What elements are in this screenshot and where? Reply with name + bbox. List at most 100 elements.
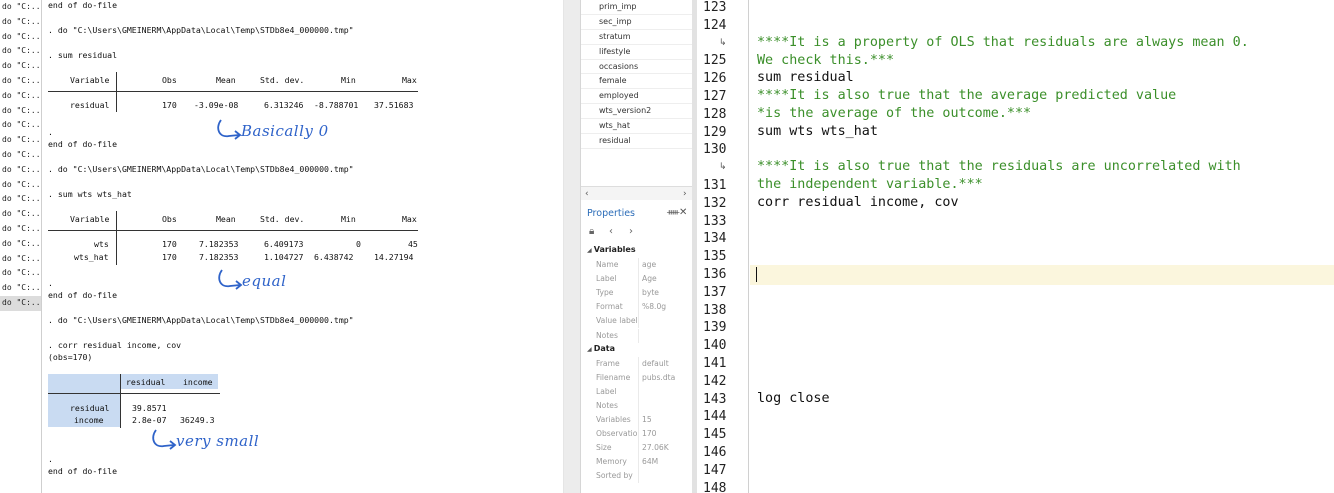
properties-section-header[interactable]: ◢ Variables	[587, 245, 636, 254]
variable-item[interactable]: stratum	[581, 30, 693, 45]
table-cell: -3.09e-08	[194, 100, 239, 110]
history-item[interactable]: do "C:...	[0, 207, 41, 222]
close-icon[interactable]: ✕	[679, 207, 687, 218]
history-item[interactable]: do "C:...	[0, 104, 41, 119]
variable-item[interactable]: lifestyle	[581, 45, 693, 60]
property-row[interactable]: Sorted by	[581, 469, 693, 484]
variable-item[interactable]: residual	[581, 134, 693, 149]
current-line-highlight	[750, 265, 1334, 285]
code-line[interactable]: log close	[757, 391, 830, 406]
corr-command: . corr residual income, cov	[48, 340, 182, 350]
col-header-sd: Std. dev.	[260, 214, 305, 224]
property-row[interactable]: Format %8.0g	[581, 300, 693, 315]
history-item[interactable]: do "C:...	[0, 15, 41, 30]
handwritten-annotation-equal: equal	[218, 269, 286, 290]
history-item[interactable]: do "C:...	[0, 74, 41, 89]
history-item[interactable]: do "C:...	[0, 89, 41, 104]
code-line[interactable]: ****It is a property of OLS that residua…	[757, 35, 1249, 50]
results-pane: end of do-file . do "C:\Users\GMEINERM\A…	[44, 0, 564, 493]
col-header-obs: Obs	[162, 75, 177, 85]
column-divider	[638, 441, 639, 456]
code-line[interactable]: ****It is also true that the residuals a…	[757, 159, 1241, 174]
code-line[interactable]: ****It is also true that the average pre…	[757, 88, 1176, 103]
column-divider	[638, 455, 639, 470]
line-number: 133	[703, 213, 727, 229]
history-item[interactable]: do "C:...	[0, 133, 41, 148]
variables-list[interactable]: prim_imp sec_imp stratum lifestyle occasions…	[581, 0, 693, 186]
variable-item[interactable]: employed	[581, 89, 693, 105]
history-item[interactable]: do "C:...	[0, 237, 41, 252]
property-row[interactable]: Filename pubs.dta	[581, 370, 693, 385]
scroll-left-icon[interactable]: ‹	[585, 187, 589, 201]
property-row[interactable]: Notes	[581, 398, 693, 413]
text-caret	[756, 267, 757, 282]
horizontal-scrollbar[interactable]: ‹ ›	[581, 186, 693, 200]
property-key: Format	[596, 302, 623, 312]
variable-item[interactable]: sec_imp	[581, 15, 693, 30]
history-item[interactable]: do "C:...	[0, 163, 41, 178]
code-line[interactable]: sum residual	[757, 70, 854, 85]
line-number: 134	[703, 231, 727, 247]
code-line[interactable]: sum wts wts_hat	[757, 124, 878, 139]
code-line[interactable]: corr residual income, cov	[757, 195, 959, 210]
property-row[interactable]: Frame default	[581, 356, 693, 371]
history-item[interactable]: do "C:...	[0, 281, 41, 296]
word-wrap-icon: ↳	[719, 162, 727, 173]
history-item[interactable]: do "C:...	[0, 192, 41, 207]
variable-item[interactable]: female	[581, 74, 693, 90]
property-row[interactable]: Label Age	[581, 272, 693, 287]
property-row[interactable]: Variables 15	[581, 413, 693, 427]
history-item[interactable]: do "C:...	[0, 118, 41, 133]
history-item[interactable]: do "C:...	[0, 252, 41, 267]
variable-item[interactable]: occasions	[581, 60, 693, 75]
column-divider	[638, 398, 639, 413]
history-item[interactable]: do "C:...	[0, 0, 41, 15]
scroll-right-icon[interactable]: ›	[683, 187, 687, 201]
handwritten-annotation-very-small: very small	[152, 429, 259, 450]
corr-col-header: residual	[126, 377, 166, 387]
history-item[interactable]: do "C:...	[0, 295, 41, 311]
code-line[interactable]: We check this.***	[757, 53, 894, 68]
history-panel[interactable]: do "C:... do "C:... do "C:... do "C:... do "…	[0, 0, 42, 493]
pane-splitter[interactable]	[564, 0, 580, 493]
table-cell: 6.313246	[264, 100, 304, 110]
history-item[interactable]: do "C:...	[0, 148, 41, 163]
variable-item[interactable]: wts_hat	[581, 119, 693, 135]
variable-item[interactable]: prim_imp	[581, 0, 693, 15]
table-rule	[48, 230, 418, 231]
variable-item[interactable]: wts_version2	[581, 104, 693, 120]
forward-icon[interactable]: ›	[629, 226, 633, 237]
history-item[interactable]: do "C:...	[0, 44, 41, 59]
pin-icon[interactable]: ᚔ	[667, 208, 679, 218]
collapse-triangle-icon[interactable]: ◢	[587, 247, 594, 254]
end-of-dofile-text: end of do-file	[48, 290, 118, 300]
property-row[interactable]: Size 27.06K	[581, 441, 693, 456]
property-row[interactable]: Name age	[581, 258, 693, 272]
history-item[interactable]: do "C:...	[0, 266, 41, 281]
history-item[interactable]: do "C:...	[0, 178, 41, 193]
back-icon[interactable]: ‹	[609, 226, 613, 237]
column-divider	[638, 300, 639, 315]
hook-arrow-icon	[218, 269, 243, 290]
properties-header: Properties ᚔ ✕	[581, 206, 693, 222]
history-item[interactable]: do "C:...	[0, 30, 41, 45]
collapse-triangle-icon[interactable]: ◢	[587, 346, 594, 353]
handwritten-annotation-basically-0: Basically 0	[217, 119, 329, 140]
code-line[interactable]: *is the average of the outcome.***	[757, 106, 1031, 121]
property-row[interactable]: Type byte	[581, 286, 693, 301]
property-row[interactable]: Label	[581, 384, 693, 399]
property-row[interactable]: Memory 64M	[581, 455, 693, 470]
table-row: wts_hat	[74, 252, 109, 262]
history-item[interactable]: do "C:...	[0, 222, 41, 237]
property-row[interactable]: Notes	[581, 328, 693, 343]
property-row[interactable]: Observatio 170	[581, 427, 693, 442]
table-cell: 6.409173	[264, 239, 304, 249]
properties-section-header[interactable]: ◢ Data	[587, 344, 615, 353]
property-key: Variables	[596, 415, 631, 424]
history-item[interactable]: do "C:...	[0, 59, 41, 74]
dofile-editor[interactable]: ****It is a property of OLS that residua…	[750, 0, 1334, 493]
lock-icon[interactable]: 🔒︎	[589, 226, 594, 237]
code-line[interactable]: the independent variable.***	[757, 177, 983, 192]
col-header-mean: Mean	[216, 75, 236, 85]
property-row[interactable]: Value label	[581, 314, 693, 329]
